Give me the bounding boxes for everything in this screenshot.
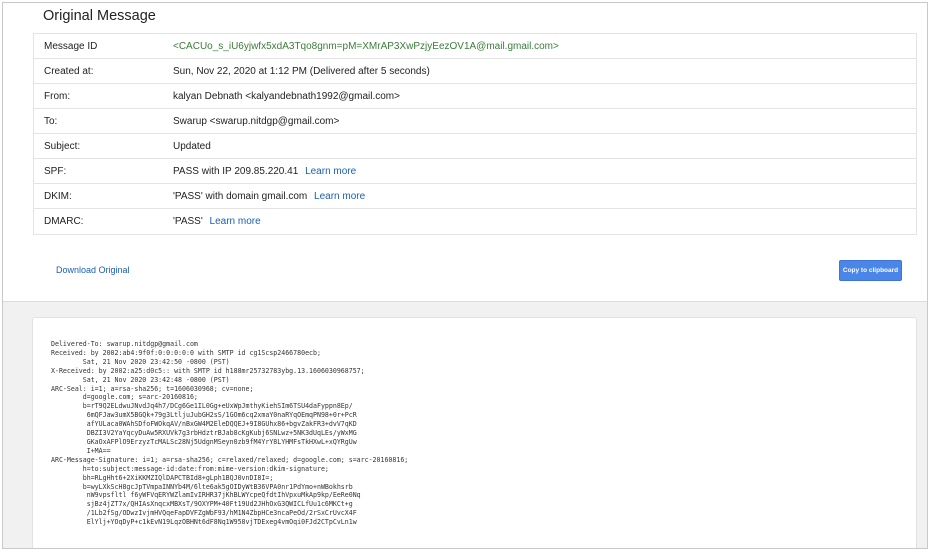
dkim-row: DKIM: 'PASS' with domain gmail.com Learn… (34, 184, 916, 209)
to-value: Swarup <swarup.nitdgp@gmail.com> (173, 115, 340, 127)
created-at-row: Created at: Sun, Nov 22, 2020 at 1:12 PM… (34, 59, 916, 84)
row-label: From: (44, 90, 71, 102)
row-label: Message ID (44, 40, 98, 52)
raw-header-line: X-Received: by 2002:a25:d0c5:: with SMTP… (51, 366, 365, 375)
raw-header-line: sjBz4jZT7x/QHIAsXnqcxMBXsT/9OXYPM+40Ft19… (51, 500, 353, 509)
raw-header-line: b=rT9Q2ELdwuJNvdJq4h7/DCg6Ge1IL0Gg+eUxWp… (51, 402, 353, 411)
raw-header-line: ARC-Seal: i=1; a=rsa-sha256; t=160603096… (51, 384, 254, 393)
raw-header-line: Sat, 21 Nov 2020 23:42:50 -0800 (PST) (51, 357, 230, 366)
raw-header-line: afYULaca0WAhSDfoFWOkqAV/nBxGW4M2EleDQQEJ… (51, 420, 357, 429)
download-original-link[interactable]: Download Original (56, 265, 130, 275)
raw-header-line: Received: by 2002:ab4:9f0f:0:0:0:0:0 wit… (51, 348, 321, 357)
raw-header-line: nW9vpsfltl f6yWFVqERYWZlamIvIRHR37jKhBLW… (51, 491, 361, 500)
from-value: kalyan Debnath <kalyandebnath1992@gmail.… (173, 90, 400, 102)
from-row: From: kalyan Debnath <kalyandebnath1992@… (34, 84, 916, 109)
copy-to-clipboard-button[interactable]: Copy to clipboard (839, 260, 902, 281)
dkim-value-cell: 'PASS' with domain gmail.com Learn more (173, 191, 365, 202)
message-window: Original Message Message ID <CACUo_s_iU6… (2, 2, 928, 549)
raw-header-line: Sat, 21 Nov 2020 23:42:48 -0800 (PST) (51, 375, 230, 384)
raw-header-line: GKaOxAFPlO9ErzyzTcMALSc28Nj5UdgnMSeyn0zb… (51, 437, 357, 446)
row-label: Subject: (44, 140, 81, 152)
message-id-row: Message ID <CACUo_s_iU6yjwfx5xdA3Tqo8gnm… (34, 34, 916, 59)
raw-message-box[interactable]: Delivered-To: swarup.nitdgp@gmail.com Rec… (32, 317, 917, 548)
dkim-value: 'PASS' with domain gmail.com (173, 190, 308, 202)
subject-row: Subject: Updated (34, 134, 916, 159)
row-label: Created at: (44, 65, 94, 77)
raw-header-line: b=wyLXkScH8gcJpTVmpaINNYb4M/6lte6ak5gOID… (51, 482, 353, 491)
header-section: Original Message Message ID <CACUo_s_iU6… (3, 3, 927, 301)
row-label: SPF: (44, 165, 67, 177)
spf-value-cell: PASS with IP 209.85.220.41 Learn more (173, 166, 356, 177)
dmarc-learn-more-link[interactable]: Learn more (210, 216, 261, 227)
spf-value: PASS with IP 209.85.220.41 (173, 165, 299, 177)
message-details-table: Message ID <CACUo_s_iU6yjwfx5xdA3Tqo8gnm… (33, 33, 917, 235)
dmarc-row: DMARC: 'PASS' Learn more (34, 209, 916, 234)
raw-header-line: d=google.com; s=arc-20160816; (51, 393, 198, 402)
raw-header-line: Delivered-To: swarup.nitdgp@gmail.com (51, 340, 198, 348)
spf-learn-more-link[interactable]: Learn more (305, 166, 356, 177)
created-at-value: Sun, Nov 22, 2020 at 1:12 PM (Delivered … (173, 65, 430, 77)
raw-message-section: Delivered-To: swarup.nitdgp@gmail.com Rec… (3, 301, 927, 548)
row-label: To: (44, 115, 58, 127)
row-label: DKIM: (44, 190, 72, 202)
raw-header-line: h=to:subject:message-id:date:from:mime-v… (51, 464, 329, 473)
raw-header-line: DBZI3V2YaYqcyDuAw5RXUVk7g3rbHdztrBJab8cK… (51, 429, 357, 438)
raw-header-line: bh=RLgHht6+2XiKKMZIQlDAPCTBId8+gLph1BQJ0… (51, 473, 274, 482)
subject-value: Updated (173, 140, 211, 152)
raw-header-line: I+MA== (51, 446, 111, 455)
to-row: To: Swarup <swarup.nitdgp@gmail.com> (34, 109, 916, 134)
spf-row: SPF: PASS with IP 209.85.220.41 Learn mo… (34, 159, 916, 184)
page-title: Original Message (43, 8, 156, 24)
raw-header-line: 6mQFJaw3umX5BGQk+79g3LtljuJubGH2sS/1GOm6… (51, 411, 357, 420)
row-label: DMARC: (44, 216, 84, 227)
raw-header-line: ARC-Message-Signature: i=1; a=rsa-sha256… (51, 455, 409, 464)
dmarc-value-cell: 'PASS' Learn more (173, 216, 261, 227)
raw-header-line: /1Lb2fSg/ODwzIvjmHVQqeFapDVFZgWbF93/hM1N… (51, 509, 357, 518)
dmarc-value: 'PASS' (173, 216, 203, 227)
message-id-value: <CACUo_s_iU6yjwfx5xdA3Tqo8gnm=pM=XMrAP3X… (173, 40, 559, 52)
dkim-learn-more-link[interactable]: Learn more (314, 191, 365, 202)
raw-header-line: ElYlj+YOqDyP+c1kEvN19LqzOBHNt6dF8Nq1W958… (51, 518, 357, 527)
